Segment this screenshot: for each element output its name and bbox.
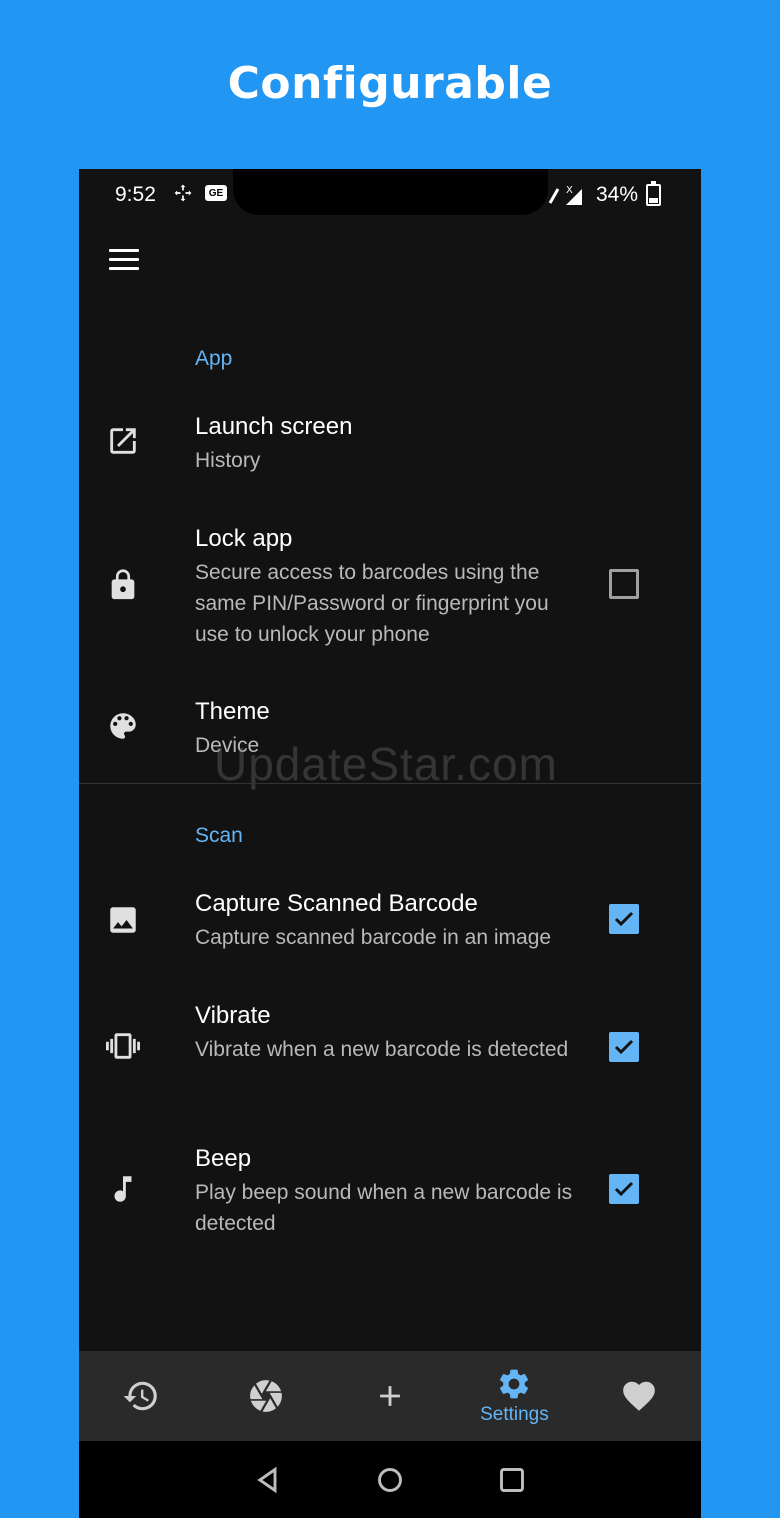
capture-barcode-summary: Capture scanned barcode in an image	[195, 926, 552, 949]
nav-settings-label: Settings	[480, 1404, 549, 1425]
capture-barcode-setting[interactable]: Capture Scanned Barcode Capture scanned …	[79, 890, 701, 960]
beep-checkbox[interactable]	[609, 1174, 639, 1204]
plus-icon	[380, 1386, 400, 1406]
capture-barcode-title: Capture Scanned Barcode	[195, 890, 478, 917]
launch-screen-summary: History	[195, 449, 261, 472]
section-scan-title: Scan	[195, 824, 243, 847]
checkmark-icon	[614, 1039, 634, 1055]
section-divider	[79, 783, 701, 784]
launch-screen-title: Launch screen	[195, 413, 353, 440]
vibration-icon	[105, 1028, 141, 1064]
beep-title: Beep	[195, 1145, 252, 1172]
music-note-icon	[105, 1171, 141, 1207]
nav-favorites[interactable]	[577, 1351, 701, 1441]
menu-icon[interactable]	[109, 249, 139, 273]
status-bar: 9:52 GE X 34%	[79, 169, 701, 219]
beep-setting[interactable]: Beep Play beep sound when a new barcode …	[79, 1145, 701, 1245]
heart-icon	[622, 1381, 655, 1411]
section-app-title: App	[195, 347, 233, 370]
theme-title: Theme	[195, 698, 270, 725]
checkmark-icon	[614, 911, 634, 927]
phone-screen: 9:52 GE X 34% App Launch screen History …	[79, 169, 701, 1518]
battery-percent: 34%	[595, 183, 638, 206]
beep-summary: Play beep sound when a new barcode is de…	[195, 1181, 573, 1235]
headline: Configurable	[227, 58, 553, 109]
lock-app-setting[interactable]: Lock app Secure access to barcodes using…	[79, 525, 701, 646]
lock-app-summary: Secure access to barcodes using the same…	[195, 561, 549, 646]
home-icon[interactable]	[372, 1462, 408, 1498]
recents-icon[interactable]	[494, 1462, 530, 1498]
lock-app-title: Lock app	[195, 525, 293, 552]
image-icon	[105, 902, 141, 938]
vibrate-title: Vibrate	[195, 1002, 271, 1029]
status-time: 9:52	[115, 183, 156, 206]
gear-icon	[500, 1369, 529, 1399]
svg-text:X: X	[566, 185, 573, 196]
history-icon	[123, 1381, 158, 1411]
checkmark-icon	[614, 1181, 634, 1197]
vibrate-checkbox[interactable]	[609, 1032, 639, 1062]
nav-history[interactable]	[79, 1351, 203, 1441]
nav-scan[interactable]	[203, 1351, 327, 1441]
camera-notch	[233, 169, 548, 215]
nav-settings[interactable]: Settings	[452, 1351, 576, 1441]
theme-summary: Device	[195, 734, 260, 757]
system-navigation-bar	[79, 1441, 701, 1518]
nav-create[interactable]	[328, 1351, 452, 1441]
back-icon[interactable]	[250, 1462, 286, 1498]
theme-setting[interactable]: Theme Device	[79, 698, 701, 768]
bottom-navigation: Settings	[79, 1351, 701, 1441]
battery-icon	[646, 181, 661, 206]
palette-icon	[105, 708, 141, 744]
signal-icon: X	[548, 185, 582, 205]
camera-shutter-icon	[249, 1380, 282, 1412]
vibrate-setting[interactable]: Vibrate Vibrate when a new barcode is de…	[79, 1002, 701, 1102]
vibrate-summary: Vibrate when a new barcode is detected	[195, 1038, 569, 1061]
capture-barcode-checkbox[interactable]	[609, 904, 639, 934]
open-in-new-icon	[105, 423, 141, 459]
lock-app-checkbox[interactable]	[609, 569, 639, 599]
launch-screen-setting[interactable]: Launch screen History	[79, 413, 701, 483]
lock-icon	[105, 567, 141, 603]
network-badge-icon: GE	[205, 185, 227, 201]
move-icon	[174, 184, 192, 202]
